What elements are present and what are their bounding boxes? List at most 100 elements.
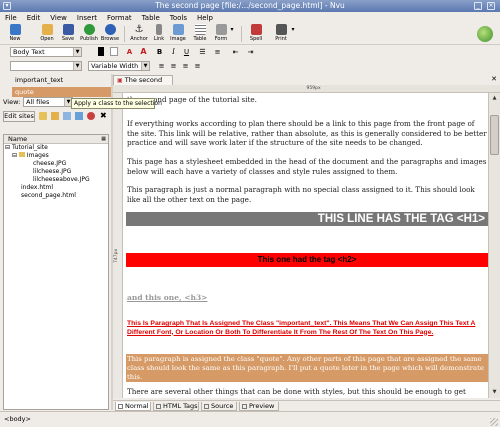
menu-insert[interactable]: Insert	[77, 14, 97, 22]
form-icon	[215, 24, 227, 35]
new-folder-icon[interactable]	[39, 112, 47, 120]
column-picker-icon[interactable]: ▦	[101, 136, 106, 142]
class-item-important-text[interactable]: important_text	[12, 75, 111, 85]
editor-canvas[interactable]: the second page of the tutorial site. If…	[123, 93, 488, 398]
chevron-down-icon: ▼	[141, 62, 149, 70]
intro-text: the second page of the tutorial site.	[127, 95, 257, 104]
tree-item-tutorial-site[interactable]: ⊟ Tutorial_site	[4, 144, 108, 152]
menu-edit[interactable]: Edit	[27, 14, 41, 22]
background-color-swatch[interactable]	[110, 47, 118, 56]
tree-item-file[interactable]: cheese.JPG	[4, 160, 108, 168]
tooltip: Apply a class to the selection	[71, 98, 162, 109]
format-toolbar-2: ▼ Variable Width ▼ ≡ ≡ ≡ ≡	[0, 60, 500, 72]
text-larger-icon[interactable]: A	[138, 47, 149, 57]
anchor-button[interactable]: ⚓ Anchor	[128, 24, 150, 45]
new-button[interactable]: New	[4, 24, 26, 45]
menu-help[interactable]: Help	[197, 14, 213, 22]
menu-table[interactable]: Table	[142, 14, 160, 22]
browse-button[interactable]: Browse	[99, 24, 121, 45]
ruler-height-label: 747px	[114, 248, 119, 263]
scroll-down-icon[interactable]: ▼	[490, 388, 499, 397]
important-text-paragraph: This Is Paragraph That Is Assigned The C…	[127, 320, 476, 336]
new-page-icon	[9, 24, 21, 35]
tag-breadcrumb[interactable]: <body>	[4, 415, 31, 423]
align-right-icon[interactable]: ≡	[180, 61, 191, 71]
spell-button[interactable]: Spell	[245, 24, 267, 45]
outdent-icon[interactable]: ⇤	[230, 47, 241, 57]
open-folder-icon[interactable]	[51, 112, 59, 120]
numbered-list-icon[interactable]: ≡	[212, 47, 223, 57]
column-header-name[interactable]: Name	[4, 135, 108, 144]
heading-h2: This one had the tag <h2>	[126, 253, 488, 267]
close-tab-icon[interactable]: ✕	[491, 75, 497, 83]
close-icon[interactable]: ×	[487, 2, 495, 10]
text-smaller-icon[interactable]: A	[124, 47, 135, 57]
printer-icon	[275, 24, 287, 35]
format-toolbar-1: Body Text ▼ A A B I U ☰ ≡ ⇤ ⇥	[0, 46, 500, 58]
tree-item-images[interactable]: ⊟ Images	[4, 152, 108, 160]
refresh-icon[interactable]	[75, 112, 83, 120]
text-color-swatch[interactable]	[98, 47, 104, 56]
site-manager-panel: important_text quote View: All files ▼ Ed…	[0, 74, 111, 410]
publish-button[interactable]: Publish	[78, 24, 100, 45]
stop-icon[interactable]	[87, 112, 95, 120]
tab-normal[interactable]: Normal	[115, 402, 151, 411]
print-dropdown-arrow[interactable]: ▾	[289, 24, 297, 45]
menu-format[interactable]: Format	[107, 14, 132, 22]
vertical-ruler: 747px	[113, 93, 123, 398]
form-dropdown-arrow[interactable]: ▾	[228, 24, 236, 45]
window-menu-icon[interactable]: ▾	[3, 2, 11, 10]
table-button[interactable]: Table	[189, 24, 211, 45]
tab-second-page[interactable]: ▣ The second page	[113, 75, 173, 93]
tab-preview[interactable]: Preview	[239, 402, 279, 411]
preview-icon	[242, 404, 247, 409]
chevron-down-icon: ▼	[73, 62, 81, 70]
tab-source[interactable]: Source	[201, 402, 237, 411]
title-bar: The second page [file:/.../second_page.h…	[0, 0, 500, 12]
tree-item-file[interactable]: index.html	[4, 184, 108, 192]
expander-icon: ⊟	[5, 144, 11, 151]
expander-icon: ⊟	[12, 152, 18, 159]
italic-button[interactable]: I	[168, 47, 179, 57]
horizontal-ruler: 959px	[113, 85, 500, 93]
bullet-list-icon[interactable]: ☰	[197, 47, 208, 57]
indent-icon[interactable]: ⇥	[245, 47, 256, 57]
align-justify-icon[interactable]: ≡	[192, 61, 203, 71]
align-left-icon[interactable]: ≡	[156, 61, 167, 71]
tree-item-file[interactable]: lilcheeseabove.JPG	[4, 176, 108, 184]
resize-grip-icon[interactable]	[490, 418, 498, 426]
edit-sites-button[interactable]: Edit sites	[3, 111, 35, 122]
toolbar-separator	[124, 26, 125, 42]
image-button[interactable]: Image	[167, 24, 189, 45]
scrollbar-thumb[interactable]	[490, 115, 499, 155]
underline-button[interactable]: U	[181, 47, 192, 57]
class-item-quote[interactable]: quote	[12, 87, 111, 97]
paragraph-style-select[interactable]: Body Text ▼	[10, 47, 82, 57]
scroll-up-icon[interactable]: ▲	[490, 94, 499, 103]
menu-tools[interactable]: Tools	[170, 14, 187, 22]
save-button[interactable]: Save	[57, 24, 79, 45]
menu-view[interactable]: View	[50, 14, 67, 22]
bold-button[interactable]: B	[154, 47, 165, 57]
heading-h1: THIS LINE HAS THE TAG <H1>	[126, 212, 488, 226]
minimize-icon[interactable]: _	[474, 2, 482, 10]
class-select[interactable]: ▼	[10, 61, 82, 71]
open-button[interactable]: Open	[36, 24, 58, 45]
width-select[interactable]: Variable Width ▼	[88, 61, 150, 71]
vertical-scrollbar[interactable]: ▲ ▼	[488, 93, 500, 398]
tab-html-tags[interactable]: HTML Tags	[153, 402, 199, 411]
anchor-icon: ⚓	[134, 24, 144, 35]
view-filter-select[interactable]: All files ▼	[23, 97, 73, 107]
html-tags-icon	[156, 404, 161, 409]
ruler-width-label: 959px	[306, 86, 321, 91]
heading-h3: and this one, <h3>	[127, 293, 208, 302]
link-icon	[156, 24, 162, 35]
align-center-icon[interactable]: ≡	[168, 61, 179, 71]
menu-file[interactable]: File	[5, 14, 17, 22]
rename-icon[interactable]	[63, 112, 71, 120]
chevron-down-icon: ▼	[73, 48, 81, 56]
tree-item-file[interactable]: second_page.html	[4, 192, 108, 200]
nvu-logo-icon	[477, 26, 493, 42]
tree-item-file[interactable]: lilcheese.JPG	[4, 168, 108, 176]
delete-icon[interactable]: ✖	[100, 111, 107, 120]
